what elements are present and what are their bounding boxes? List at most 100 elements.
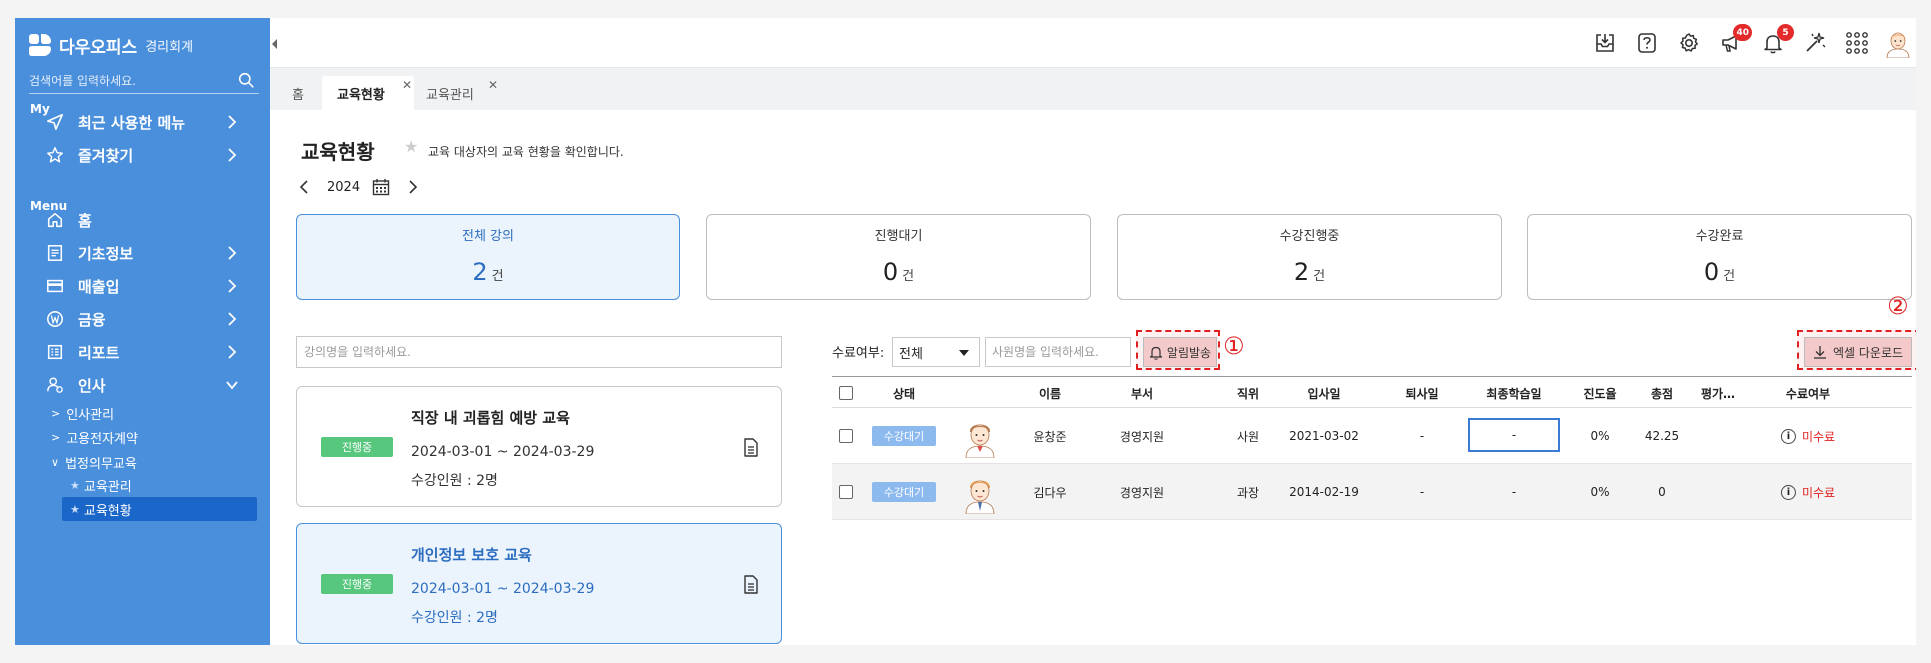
column-header[interactable]: 평가… bbox=[1701, 377, 1735, 409]
tab-home[interactable]: 홈 bbox=[280, 76, 316, 110]
table-row[interactable]: 수강대기 윤창준 경영지원 사원 2021-03-02 - - 0% 42.25… bbox=[832, 408, 1912, 464]
inbox-download-icon[interactable] bbox=[1590, 28, 1620, 58]
sidebar-leaf-edu-status[interactable]: ★ 교육현황 bbox=[62, 497, 257, 521]
column-header[interactable]: 부서 bbox=[1131, 377, 1153, 409]
sidebar: 다우오피스 경리회계 My 최근 사용한 메뉴 즐겨찾기 Menu 홈 기초정보 bbox=[15, 18, 270, 645]
main-content: 교육현황 ★ 교육 대상자의 교육 현황을 확인합니다. 2024 전체 강의 … bbox=[270, 110, 1916, 645]
sidebar-item-recent[interactable]: 최근 사용한 메뉴 bbox=[29, 106, 259, 138]
column-header[interactable]: 총점 bbox=[1651, 377, 1673, 409]
info-icon[interactable]: i bbox=[1780, 428, 1796, 444]
favorite-star-icon[interactable]: ★ bbox=[404, 137, 418, 156]
star-icon: ★ bbox=[70, 502, 80, 516]
completion-value: 미수료 bbox=[1801, 429, 1836, 444]
column-header[interactable]: 수료여부 bbox=[1786, 377, 1830, 409]
chevron-right-icon: > bbox=[51, 430, 61, 444]
select-value: 전체 bbox=[899, 346, 923, 362]
sidebar-item-report[interactable]: 리포트 bbox=[29, 336, 259, 368]
row-checkbox[interactable] bbox=[839, 429, 853, 443]
employee-avatar bbox=[958, 408, 1002, 464]
chevron-left-icon[interactable] bbox=[299, 180, 311, 194]
sidebar-item-sales[interactable]: 매출입 bbox=[29, 270, 259, 302]
sidebar-leaf-label: 교육관리 bbox=[83, 479, 132, 495]
course-period: 2024-03-01 ~ 2024-03-29 bbox=[411, 581, 595, 597]
brand-name: 다우오피스 bbox=[59, 37, 138, 58]
sidebar-sub-mandatory-edu[interactable]: ∨ 법정의무교육 bbox=[51, 451, 137, 473]
tab-label: 홈 bbox=[292, 87, 304, 103]
notification-count-badge: 40 bbox=[1733, 24, 1752, 41]
stat-card-completed[interactable]: 수강완료 0건 bbox=[1527, 214, 1912, 300]
chevron-right-icon[interactable] bbox=[406, 180, 418, 194]
last-study-date-cell[interactable]: - bbox=[1512, 464, 1516, 520]
people-icon bbox=[44, 374, 66, 396]
sidebar-item-label: 즐겨찾기 bbox=[78, 146, 134, 165]
notification-count-badge: 5 bbox=[1777, 24, 1794, 41]
employee-search-input[interactable] bbox=[986, 338, 1130, 366]
download-icon bbox=[1813, 346, 1826, 359]
report-icon bbox=[44, 341, 66, 363]
course-search-input[interactable] bbox=[297, 337, 781, 367]
sidebar-leaf-edu-management[interactable]: ★ 교육관리 bbox=[62, 473, 270, 497]
stat-unit: 건 bbox=[1723, 269, 1736, 284]
user-avatar[interactable] bbox=[1883, 28, 1913, 58]
column-header[interactable]: 직위 bbox=[1237, 377, 1259, 409]
document-icon bbox=[44, 242, 66, 264]
close-icon[interactable]: ✕ bbox=[402, 78, 412, 92]
magic-wand-icon[interactable] bbox=[1800, 28, 1830, 58]
column-header[interactable]: 퇴사일 bbox=[1405, 377, 1438, 409]
leave-date: - bbox=[1419, 429, 1425, 443]
document-icon[interactable] bbox=[743, 575, 759, 594]
highlight-box-notify: 알림발송 bbox=[1136, 330, 1220, 370]
select-all-checkbox[interactable] bbox=[839, 386, 853, 400]
tab-education-status[interactable]: 교육현황 ✕ bbox=[322, 76, 414, 110]
sidebar-item-finance[interactable]: 금융 bbox=[29, 303, 259, 335]
last-study-date-cell[interactable]: - bbox=[1468, 418, 1560, 452]
department: 경영지원 bbox=[1119, 429, 1165, 444]
sidebar-item-hr[interactable]: 인사 bbox=[29, 369, 259, 401]
position: 과장 bbox=[1236, 485, 1260, 500]
bell-icon[interactable]: 5 bbox=[1758, 24, 1794, 58]
document-icon[interactable] bbox=[743, 438, 759, 457]
gear-icon[interactable] bbox=[1674, 28, 1704, 58]
chevron-right-icon bbox=[228, 345, 237, 359]
column-header[interactable]: 이름 bbox=[1039, 377, 1061, 409]
info-icon[interactable]: i bbox=[1780, 484, 1796, 500]
star-icon bbox=[44, 144, 66, 166]
sidebar-sub-e-contract[interactable]: > 고용전자계약 bbox=[51, 426, 138, 448]
completion-status[interactable]: i 미수료 bbox=[1780, 408, 1836, 464]
status-badge: 진행중 bbox=[321, 574, 393, 594]
table-row[interactable]: 수강대기 김다우 경영지원 과장 2014-02-19 - - 0% 0 i 미… bbox=[832, 464, 1912, 520]
sidebar-sub-label: 인사관리 bbox=[66, 407, 115, 423]
stat-card-all[interactable]: 전체 강의 2건 bbox=[296, 214, 680, 300]
column-header[interactable]: 최종학습일 bbox=[1486, 377, 1541, 409]
tab-education-management[interactable]: 교육관리 ✕ bbox=[416, 76, 508, 110]
stat-card-waiting[interactable]: 진행대기 0건 bbox=[706, 214, 1091, 300]
excel-download-button[interactable]: 엑셀 다운로드 bbox=[1804, 337, 1912, 367]
completion-status[interactable]: i 미수료 bbox=[1780, 464, 1835, 520]
chevron-right-icon bbox=[228, 312, 237, 326]
home-icon bbox=[44, 209, 66, 231]
column-header[interactable]: 상태 bbox=[893, 377, 915, 409]
apps-grid-icon[interactable] bbox=[1842, 28, 1872, 58]
sidebar-search-input[interactable] bbox=[29, 68, 229, 93]
logo[interactable]: 다우오피스 경리회계 bbox=[29, 32, 193, 58]
course-card[interactable]: 진행중 개인정보 보호 교육 2024-03-01 ~ 2024-03-29 수… bbox=[296, 523, 782, 644]
sidebar-item-basic-info[interactable]: 기초정보 bbox=[29, 237, 259, 269]
search-icon[interactable] bbox=[238, 72, 255, 89]
help-icon[interactable] bbox=[1632, 28, 1662, 58]
send-notification-button[interactable]: 알림발송 bbox=[1143, 337, 1217, 367]
calendar-icon[interactable] bbox=[372, 178, 390, 196]
row-checkbox[interactable] bbox=[839, 485, 853, 499]
completion-filter-select[interactable]: 전체 bbox=[892, 337, 980, 367]
sidebar-sub-hr-management[interactable]: > 인사관리 bbox=[51, 402, 114, 424]
column-header[interactable]: 진도율 bbox=[1583, 377, 1616, 409]
sidebar-item-favorites[interactable]: 즐겨찾기 bbox=[29, 139, 259, 171]
course-card[interactable]: 진행중 직장 내 괴롭힘 예방 교육 2024-03-01 ~ 2024-03-… bbox=[296, 386, 782, 507]
column-header[interactable]: 입사일 bbox=[1307, 377, 1340, 409]
close-icon[interactable]: ✕ bbox=[488, 78, 498, 92]
megaphone-icon[interactable]: 40 bbox=[1716, 24, 1752, 58]
app-window: 다우오피스 경리회계 My 최근 사용한 메뉴 즐겨찾기 Menu 홈 기초정보 bbox=[15, 18, 1916, 645]
sidebar-item-home[interactable]: 홈 bbox=[29, 204, 259, 236]
logo-icon bbox=[29, 34, 51, 56]
sidebar-sub-label: 고용전자계약 bbox=[66, 431, 138, 447]
stat-card-in-progress[interactable]: 수강진행중 2건 bbox=[1117, 214, 1502, 300]
